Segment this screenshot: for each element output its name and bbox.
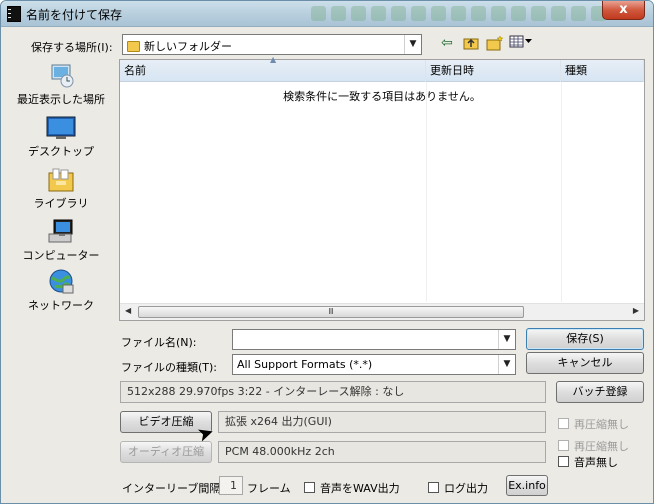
column-modified[interactable]: 更新日時 [426, 60, 561, 82]
audio-codec-panel: PCM 48.000kHz 2ch [218, 441, 546, 463]
save-location-combo[interactable]: 新しいフォルダー ▼ [122, 34, 422, 55]
scroll-thumb[interactable]: Ⅲ [138, 306, 524, 318]
filetype-value: All Support Formats (*.*) [237, 358, 373, 371]
log-output-checkbox[interactable]: ログ出力 [428, 480, 488, 496]
scroll-right-icon[interactable]: ▶ [633, 306, 639, 315]
save-location-label: 保存する場所(I): [31, 41, 113, 54]
close-button[interactable]: x [602, 1, 645, 20]
interleave-label: インターリーブ間隔 : [122, 482, 228, 495]
filetype-select[interactable]: All Support Formats (*.*) ▼ [232, 354, 516, 375]
file-list[interactable]: 名前 ▲ 更新日時 種類 検索条件に一致する項目はありません。 ◀ Ⅲ ▶ [119, 55, 645, 321]
scroll-left-icon[interactable]: ◀ [125, 306, 131, 315]
column-type[interactable]: 種類 [561, 60, 644, 82]
video-info-panel: 512x288 29.970fps 3:22 - インターレース解除 : なし [120, 381, 546, 403]
folder-icon [127, 41, 140, 52]
network-icon [46, 269, 76, 295]
desktop-icon [46, 115, 76, 141]
video-codec-panel: 拡張 x264 出力(GUI) [218, 411, 546, 433]
chevron-down-icon[interactable]: ▼ [498, 355, 515, 374]
chevron-down-icon[interactable]: ▼ [404, 35, 421, 54]
filename-label: ファイル名(N): [121, 336, 197, 349]
new-folder-icon[interactable] [486, 35, 504, 55]
no-video-recompress-checkbox[interactable]: 再圧縮無し [558, 416, 629, 432]
horizontal-scrollbar[interactable]: ◀ Ⅲ ▶ [120, 303, 644, 320]
place-network[interactable]: ネットワーク [7, 269, 115, 313]
save-location-value: 新しいフォルダー [144, 40, 232, 53]
exinfo-button[interactable]: Ex.info [506, 475, 548, 496]
recent-places-icon [46, 63, 76, 89]
sort-ascending-icon: ▲ [270, 55, 277, 64]
view-menu-icon[interactable] [509, 35, 533, 53]
chevron-down-icon[interactable]: ▼ [498, 330, 515, 349]
filename-input[interactable]: ▼ [232, 329, 516, 350]
cancel-button[interactable]: キャンセル [526, 352, 644, 374]
title-bar[interactable]: 名前を付けて保存 x [1, 1, 653, 27]
place-recent[interactable]: 最近表示した場所 [7, 63, 115, 107]
wav-output-checkbox[interactable]: 音声をWAV出力 [304, 480, 400, 496]
audio-compress-button[interactable]: オーディオ圧縮 [120, 441, 212, 463]
interleave-unit: フレーム [247, 482, 291, 495]
no-audio-checkbox[interactable]: 音声無し [558, 454, 618, 470]
file-list-header: 名前 ▲ 更新日時 種類 [120, 55, 644, 82]
libraries-icon [46, 167, 76, 193]
no-audio-recompress-checkbox[interactable]: 再圧縮無し [558, 438, 629, 454]
filetype-label: ファイルの種類(T): [121, 361, 218, 374]
place-libraries[interactable]: ライブラリ [7, 167, 115, 211]
empty-message: 検索条件に一致する項目はありません。 [283, 90, 481, 103]
background-toolbar-icons [311, 6, 606, 21]
up-folder-icon[interactable] [463, 35, 479, 55]
save-dialog: 名前を付けて保存 x 保存する場所(I): 新しいフォルダー ▼ ⇦ 最近表示し… [0, 0, 654, 504]
save-button[interactable]: 保存(S) [526, 328, 644, 350]
computer-icon [46, 219, 76, 245]
app-film-icon [7, 6, 21, 22]
window-title: 名前を付けて保存 [26, 8, 123, 22]
place-desktop[interactable]: デスクトップ [7, 115, 115, 159]
back-icon[interactable]: ⇦ [441, 35, 453, 51]
interleave-input[interactable]: 1 [219, 476, 243, 495]
batch-register-button[interactable]: バッチ登録 [556, 381, 644, 403]
place-computer[interactable]: コンピューター [7, 219, 115, 263]
